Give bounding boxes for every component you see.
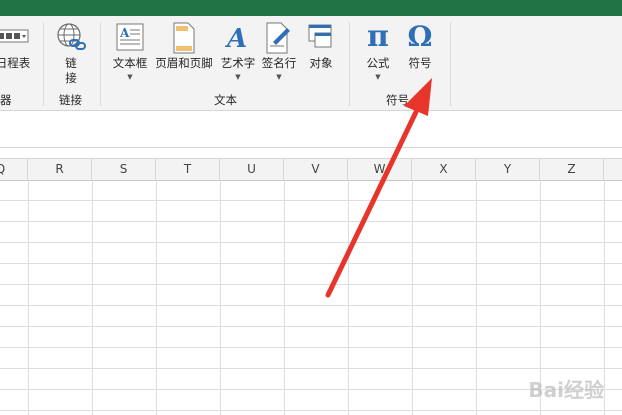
- watermark: Bai经验: [528, 378, 604, 402]
- annotation-arrow: [325, 78, 432, 298]
